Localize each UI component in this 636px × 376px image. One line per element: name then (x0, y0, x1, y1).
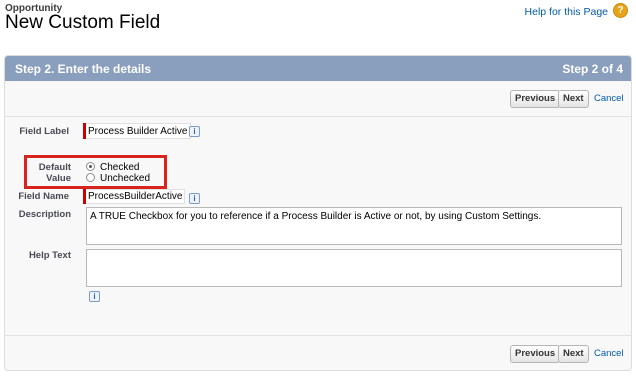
field-label-input[interactable]: Process Builder Active (86, 123, 191, 139)
previous-button-top[interactable]: Previous (510, 90, 561, 108)
cancel-link-top[interactable]: Cancel (594, 93, 624, 104)
description-label: Description (18, 209, 71, 220)
step-title: Step 2. Enter the details (15, 62, 152, 76)
default-value-highlight-box (24, 155, 167, 189)
previous-button-bottom[interactable]: Previous (510, 345, 561, 363)
next-button-bottom[interactable]: Next (558, 345, 589, 363)
field-name-input[interactable]: ProcessBuilderActive (86, 189, 186, 204)
help-text-textarea[interactable] (86, 249, 622, 287)
page-title: New Custom Field (5, 12, 161, 33)
help-text-label: Help Text (28, 250, 71, 261)
field-name-info-icon[interactable]: i (189, 193, 200, 204)
new-custom-field-panel: Step 2. Enter the details Step 2 of 4 Pr… (4, 55, 632, 371)
help-icon[interactable]: ? (613, 3, 628, 18)
field-label-label: Field Label (19, 126, 69, 137)
divider-top (5, 116, 631, 117)
next-button-top[interactable]: Next (558, 90, 589, 108)
help-text-info-icon[interactable]: i (89, 291, 100, 302)
description-textarea[interactable]: A TRUE Checkbox for you to reference if … (86, 207, 622, 245)
divider-bottom (5, 335, 631, 336)
help-for-this-page-link[interactable]: Help for this Page (525, 6, 608, 18)
cancel-link-bottom[interactable]: Cancel (594, 348, 624, 359)
field-name-label: Field Name (18, 191, 69, 202)
field-label-info-icon[interactable]: i (189, 126, 200, 137)
step-header-bar: Step 2. Enter the details Step 2 of 4 (5, 56, 631, 81)
step-counter: Step 2 of 4 (562, 62, 623, 76)
